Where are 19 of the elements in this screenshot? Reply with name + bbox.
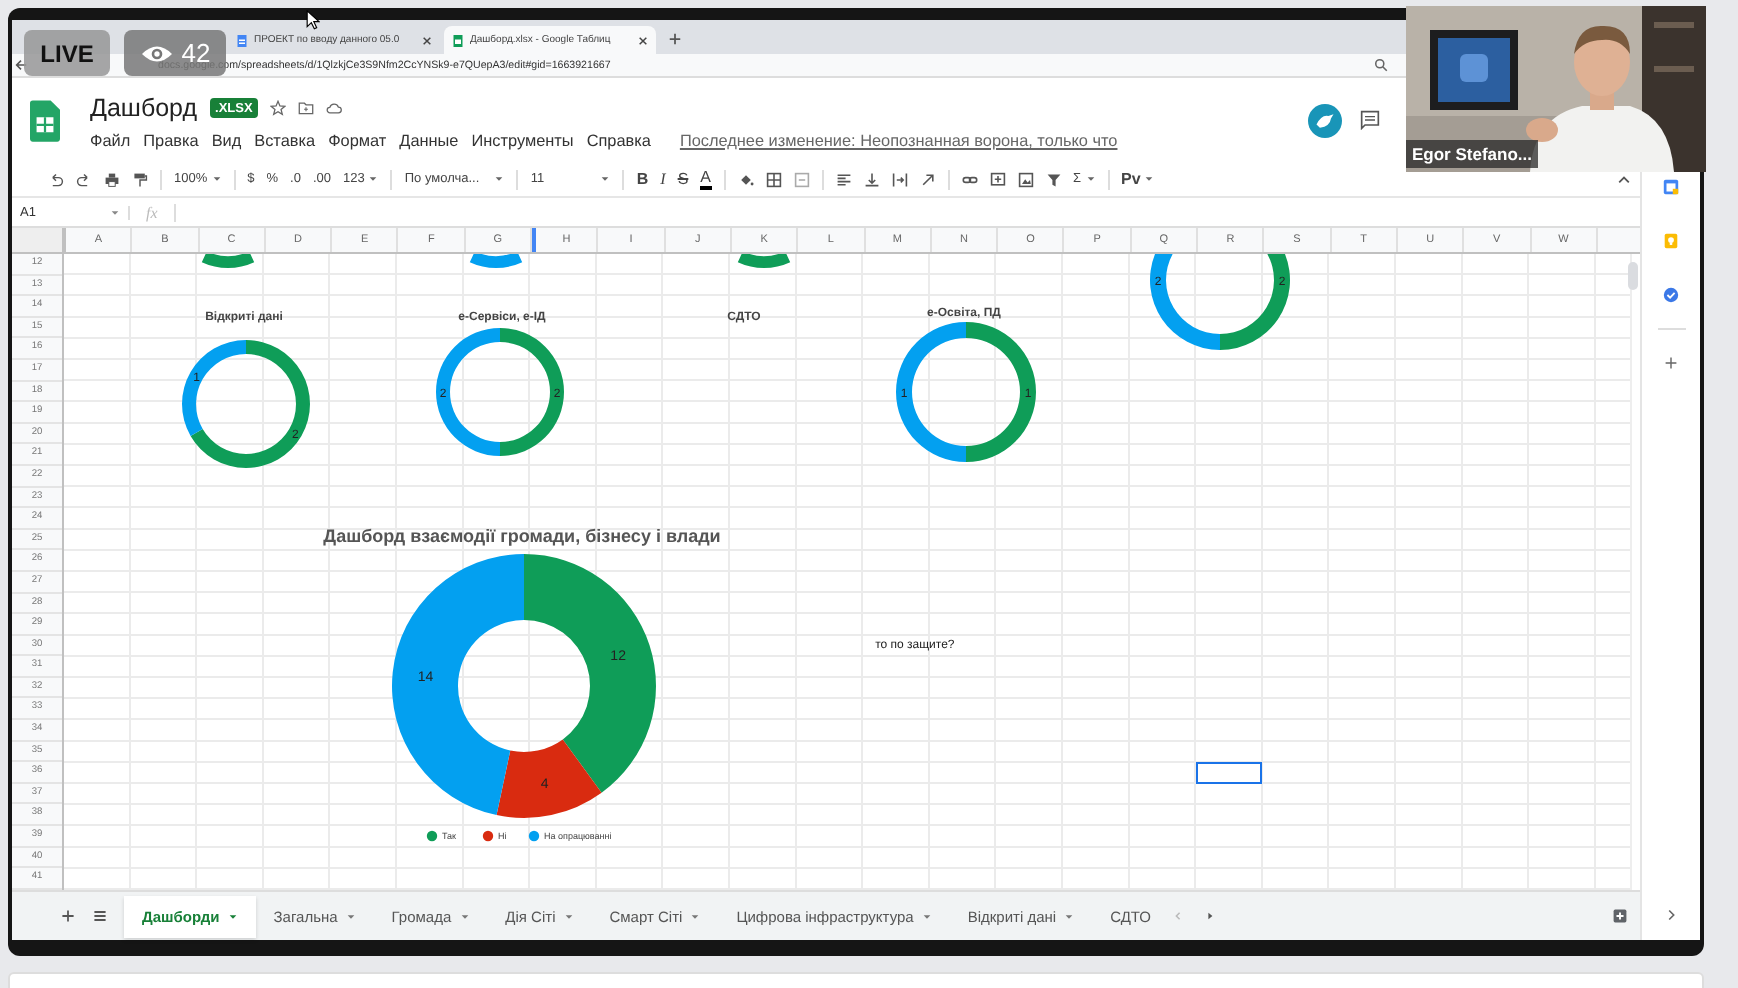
live-badge: LIVE <box>24 30 110 76</box>
bold-button[interactable]: B <box>636 170 649 188</box>
input-tools-button[interactable]: Рv <box>1121 170 1155 188</box>
formula-label: fx <box>130 203 176 221</box>
menu-item[interactable]: Правка <box>143 132 199 150</box>
menu-item[interactable]: Справка <box>586 132 651 150</box>
menu-item[interactable]: Вставка <box>254 132 316 150</box>
text-color-button[interactable]: A <box>700 169 711 189</box>
document-title[interactable]: Дашборд <box>90 94 198 122</box>
last-edit-link[interactable]: Последнее изменение: Неопознанная ворона, только что <box>679 132 1118 150</box>
menu-item[interactable]: Данные <box>399 132 459 150</box>
menu-item[interactable]: Вид <box>211 132 242 150</box>
menu-item[interactable]: Формат <box>328 132 387 150</box>
strikethrough-button[interactable]: S <box>677 170 689 188</box>
italic-button[interactable]: I <box>660 170 666 188</box>
participant-name: Egor Stefano... <box>1406 140 1538 168</box>
menu-item[interactable]: Файл <box>90 132 131 150</box>
chart-title: Дашборд взаємодії громади, бізнесу і влади <box>323 526 721 546</box>
menu-item[interactable]: Инструменты <box>471 132 574 150</box>
